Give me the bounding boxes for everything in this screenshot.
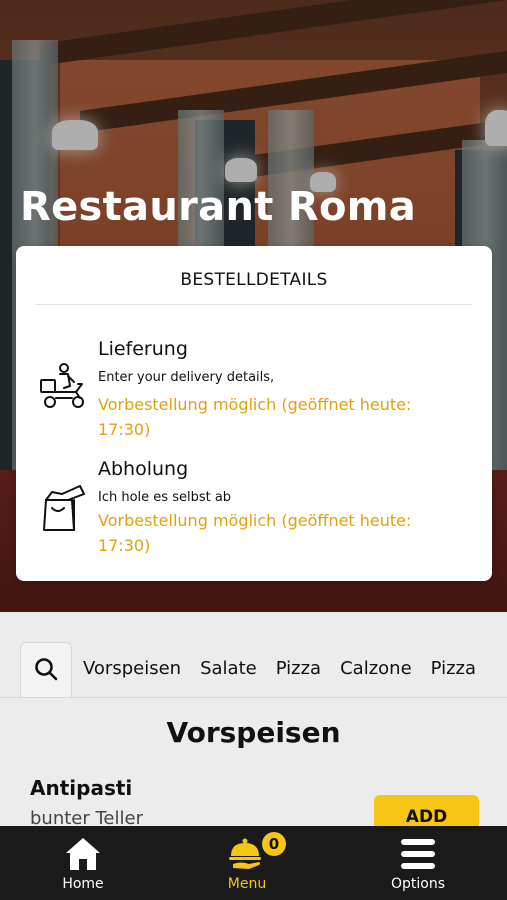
nav-menu-label: Menu bbox=[227, 876, 267, 892]
category-list: Vorspeisen Salate Pizza Calzone Pizza bbox=[83, 658, 495, 679]
search-button[interactable] bbox=[20, 642, 72, 697]
section-title: Vorspeisen bbox=[166, 716, 341, 749]
cart-count-badge: 0 bbox=[262, 832, 286, 856]
search-icon bbox=[33, 656, 59, 686]
nav-home[interactable]: Home bbox=[13, 826, 153, 900]
pickup-title: Abholung bbox=[98, 458, 189, 480]
category-tab-pizza-2[interactable]: Pizza bbox=[431, 658, 476, 679]
category-bar: Vorspeisen Salate Pizza Calzone Pizza bbox=[0, 640, 507, 698]
hamburger-menu-icon bbox=[400, 836, 436, 876]
delivery-subtitle: Enter your delivery details, bbox=[98, 370, 275, 385]
pickup-preorder-note: Vorbestellung möglich (geöffnet heute: 1… bbox=[98, 511, 412, 555]
delivery-title: Lieferung bbox=[98, 338, 188, 360]
pickup-subtitle: Ich hole es selbst ab bbox=[98, 490, 232, 505]
menu-area: Vorspeisen Salate Pizza Calzone Pizza Vorspe… bbox=[0, 612, 507, 839]
restaurant-title: Restaurant Roma bbox=[20, 184, 417, 230]
home-icon bbox=[64, 836, 102, 876]
category-tab-salate[interactable]: Salate bbox=[200, 658, 257, 679]
bottom-nav: Home 0 Menu Options bbox=[0, 826, 507, 900]
cloche-icon bbox=[227, 836, 267, 876]
nav-menu[interactable]: 0 Menu bbox=[177, 826, 317, 900]
nav-options-label: Options bbox=[390, 876, 446, 892]
delivery-preorder-note: Vorbestellung möglich (geöffnet heute: 1… bbox=[98, 395, 412, 439]
order-details-title: BESTELLDETAILS bbox=[180, 270, 328, 290]
menu-item-name[interactable]: Antipasti bbox=[30, 776, 132, 800]
card-divider bbox=[36, 304, 472, 305]
order-details-card: BESTELLDETAILS Lieferung Enter your deli… bbox=[16, 246, 492, 581]
delivery-scooter-icon bbox=[38, 362, 90, 414]
category-tab-vorspeisen[interactable]: Vorspeisen bbox=[83, 658, 181, 679]
category-tab-calzone[interactable]: Calzone bbox=[340, 658, 412, 679]
takeaway-bag-icon bbox=[38, 484, 90, 536]
nav-options[interactable]: Options bbox=[348, 826, 488, 900]
category-tab-pizza[interactable]: Pizza bbox=[276, 658, 321, 679]
nav-home-label: Home bbox=[62, 876, 104, 892]
